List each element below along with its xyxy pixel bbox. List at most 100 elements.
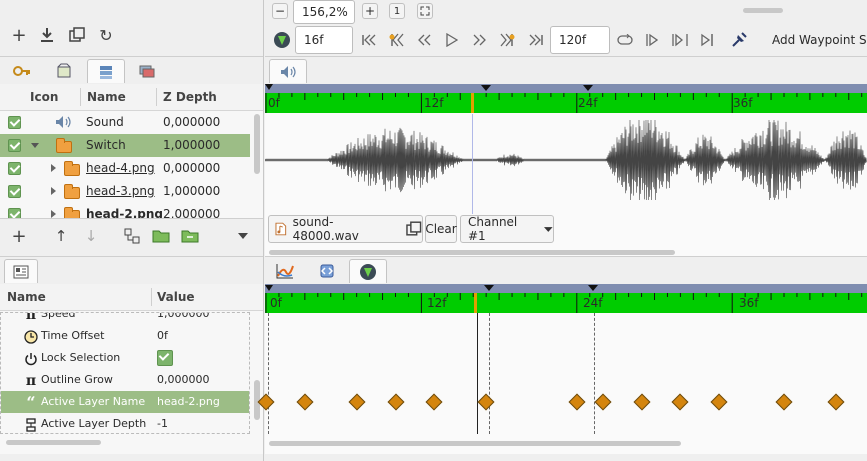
channel-select[interactable]: Channel #1 xyxy=(460,215,554,243)
play-bounds-icon[interactable] xyxy=(643,31,661,49)
tab-timetrack[interactable] xyxy=(349,259,387,283)
tab-graphs[interactable] xyxy=(271,259,299,283)
param-row[interactable]: π Speed 1,000000 xyxy=(1,313,249,325)
column-icon[interactable]: Icon xyxy=(30,90,58,104)
seek-begin-icon[interactable] xyxy=(360,31,378,49)
keyframe-diamond[interactable] xyxy=(348,393,366,411)
layer-visibility-checkbox[interactable] xyxy=(8,162,21,175)
zoom-field[interactable]: 156,2% xyxy=(293,0,355,24)
keyframe-diamond[interactable] xyxy=(594,393,612,411)
keyframe-diamond[interactable] xyxy=(827,393,845,411)
layer-row[interactable]: Switch 1,000000 xyxy=(0,134,250,157)
param-row[interactable]: “ Active Layer Name head-2.png xyxy=(1,391,249,413)
layer-row[interactable]: head-4.png 0,000000 xyxy=(0,157,250,180)
param-row[interactable]: Active Layer Depth -1 xyxy=(1,413,249,433)
collapse-arrow-icon[interactable] xyxy=(31,143,39,148)
keyframe-diamond[interactable] xyxy=(633,393,651,411)
refresh-icon[interactable]: ↻ xyxy=(97,26,115,45)
layer-row[interactable]: head-3.png 1,000000 xyxy=(0,180,250,203)
zoom-in-button[interactable]: + xyxy=(362,3,378,19)
column-name[interactable]: Name xyxy=(87,90,126,104)
lower-layer-icon[interactable]: ↓ xyxy=(82,227,100,245)
import-icon[interactable] xyxy=(38,26,56,44)
layer-row[interactable]: head-2.png 2,000000 xyxy=(0,203,250,218)
layer-visibility-checkbox[interactable] xyxy=(8,116,21,129)
params-hscrollbar[interactable] xyxy=(6,440,101,445)
param-row[interactable]: Time Offset 0f xyxy=(1,325,249,347)
expand-arrow-icon[interactable] xyxy=(51,210,56,218)
layers-header: Icon Name Z Depth xyxy=(0,84,263,111)
column-param-value[interactable]: Value xyxy=(157,290,195,304)
group-icon[interactable] xyxy=(123,227,141,245)
keyframe-diamond[interactable] xyxy=(296,393,314,411)
sound-file-button[interactable]: sound-48000.wav xyxy=(268,215,423,243)
clear-sound-button[interactable]: Clear xyxy=(425,215,457,243)
sound-time-ruler[interactable]: 0f 12f 24f 36f xyxy=(265,93,867,113)
keyframe-diamond[interactable] xyxy=(477,393,495,411)
param-row[interactable]: Lock Selection xyxy=(1,347,249,369)
keyframe-diamond[interactable] xyxy=(568,393,586,411)
bounds-end-icon[interactable] xyxy=(671,31,689,49)
column-param-name[interactable]: Name xyxy=(7,290,46,304)
library-icon xyxy=(320,264,334,278)
timetrack-hscrollbar[interactable] xyxy=(269,441,681,446)
next-keyframe-icon[interactable] xyxy=(499,31,517,49)
timetrack-marker-1 xyxy=(265,285,273,291)
param-value[interactable]: -1 xyxy=(157,417,168,430)
animation-mode-icon[interactable] xyxy=(272,30,292,50)
new-layer-icon[interactable]: + xyxy=(10,226,28,247)
param-name: Lock Selection xyxy=(41,351,121,364)
add-icon[interactable]: + xyxy=(10,25,28,46)
param-value[interactable]: 0f xyxy=(157,329,168,342)
bounds-lock-icon[interactable] xyxy=(699,31,717,49)
layer-visibility-checkbox[interactable] xyxy=(8,139,21,152)
zoom-out-button[interactable]: − xyxy=(272,3,288,19)
layer-row[interactable]: Sound 0,000000 xyxy=(0,111,250,134)
tab-sets[interactable] xyxy=(132,59,160,83)
tab-canvas[interactable] xyxy=(50,59,78,83)
seek-end-icon[interactable] xyxy=(527,31,545,49)
tab-layers[interactable] xyxy=(87,59,125,83)
keyframe-diamond[interactable] xyxy=(671,393,689,411)
zoom-fit-button[interactable] xyxy=(417,3,433,19)
next-frame-icon[interactable] xyxy=(471,31,489,49)
layer-zdepth: 1,000000 xyxy=(163,184,221,198)
param-value[interactable]: 0,000000 xyxy=(157,373,210,386)
layers-scrollbar[interactable] xyxy=(254,114,260,174)
layer-visibility-checkbox[interactable] xyxy=(8,208,21,218)
add-waypoint-label[interactable]: Add Waypoint S... xyxy=(772,33,867,47)
param-value[interactable]: head-2.png xyxy=(157,395,220,408)
param-row[interactable]: π Outline Grow 0,000000 xyxy=(1,369,249,391)
prev-keyframe-icon[interactable] xyxy=(387,31,405,49)
keyframe-diamond[interactable] xyxy=(710,393,728,411)
tab-keys[interactable] xyxy=(8,59,36,83)
sound-hscrollbar[interactable] xyxy=(269,250,675,255)
menu-dropdown-icon[interactable] xyxy=(236,229,250,243)
lock-selection-checkbox[interactable] xyxy=(157,350,173,366)
keyframe-diamond[interactable] xyxy=(425,393,443,411)
column-zdepth[interactable]: Z Depth xyxy=(163,90,217,104)
expand-arrow-icon[interactable] xyxy=(51,164,56,172)
zoom-100-button[interactable]: 1 xyxy=(389,3,405,19)
expand-arrow-icon[interactable] xyxy=(51,187,56,195)
play-icon[interactable] xyxy=(443,31,461,49)
current-frame-field[interactable]: 16f xyxy=(295,26,353,54)
loop-icon[interactable] xyxy=(616,31,634,49)
timetrack-time-ruler[interactable]: 0f 12f 24f 36f xyxy=(265,293,867,313)
tab-library[interactable] xyxy=(313,259,341,283)
end-time-field[interactable]: 120f xyxy=(550,26,610,54)
layer-visibility-checkbox[interactable] xyxy=(8,185,21,198)
tab-sound[interactable] xyxy=(269,59,307,83)
keyframe-diamond[interactable] xyxy=(387,393,404,411)
tab-params[interactable] xyxy=(4,259,38,283)
param-value[interactable]: 1,000000 xyxy=(157,313,210,320)
raise-layer-icon[interactable]: ↑ xyxy=(52,227,70,245)
folder-add-icon[interactable] xyxy=(152,227,170,245)
prev-frame-icon[interactable] xyxy=(415,31,433,49)
sound-waveform[interactable] xyxy=(265,114,867,214)
folder-export-icon[interactable] xyxy=(181,227,199,245)
keyframe-diamond[interactable] xyxy=(775,393,793,411)
toolbar-scroll-indicator[interactable] xyxy=(743,8,783,13)
waypoint-tool-icon[interactable] xyxy=(729,30,749,50)
duplicate-icon[interactable] xyxy=(68,26,86,44)
